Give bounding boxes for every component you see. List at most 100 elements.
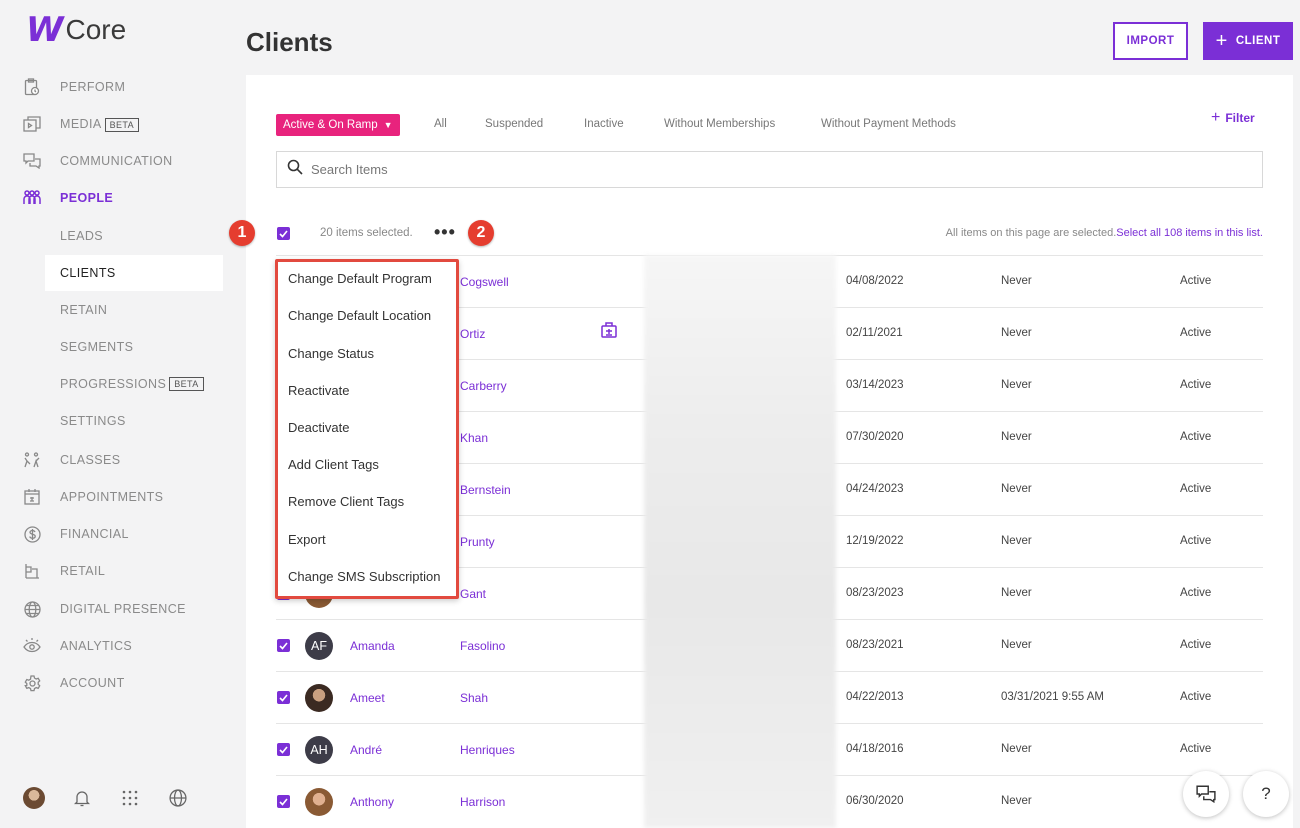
- select-all-checkbox[interactable]: [277, 227, 290, 240]
- subitem-label: CLIENTS: [60, 266, 116, 280]
- status-text: Active: [1180, 639, 1212, 651]
- select-all-link[interactable]: Select all 108 items in this list.: [1116, 227, 1263, 239]
- bulk-actions-menu: Change Default Program Change Default Lo…: [275, 259, 459, 599]
- last-name-link[interactable]: Shah: [460, 691, 488, 705]
- help-button[interactable]: ?: [1243, 771, 1289, 817]
- sidebar: W Core PERFORM MEDIA BETA COMMUNICATION P…: [0, 0, 232, 828]
- app-logo[interactable]: W Core: [26, 10, 126, 50]
- first-name-link[interactable]: André: [350, 743, 382, 757]
- last-name-link[interactable]: Fasolino: [460, 639, 505, 653]
- tab-without-memberships[interactable]: Without Memberships: [664, 118, 775, 130]
- last-name-link[interactable]: Prunty: [460, 535, 495, 549]
- sidebar-subitem-retain[interactable]: RETAIN: [45, 292, 223, 328]
- tab-suspended[interactable]: Suspended: [485, 118, 543, 130]
- menu-item-change-default-location[interactable]: Change Default Location: [288, 308, 431, 323]
- row-checkbox[interactable]: [277, 743, 290, 756]
- last-name-link[interactable]: Henriques: [460, 743, 515, 757]
- sidebar-item-communication[interactable]: COMMUNICATION: [0, 146, 232, 176]
- sidebar-item-analytics[interactable]: ANALYTICS: [0, 631, 232, 661]
- sidebar-item-account[interactable]: ACCOUNT: [0, 668, 232, 698]
- join-date: 02/11/2021: [846, 327, 903, 339]
- active-filter-dropdown[interactable]: Active & On Ramp ▼: [276, 114, 400, 136]
- join-date: 07/30/2020: [846, 431, 904, 443]
- status-text: Active: [1180, 483, 1212, 495]
- last-name-link[interactable]: Gant: [460, 587, 486, 601]
- more-actions-icon[interactable]: •••: [434, 222, 456, 243]
- sidebar-item-retail[interactable]: RETAIL: [0, 556, 232, 586]
- row-checkbox[interactable]: [277, 795, 290, 808]
- join-date: 06/30/2020: [846, 795, 904, 807]
- sidebar-item-media[interactable]: MEDIA BETA: [0, 109, 232, 139]
- apps-grid-icon[interactable]: [118, 786, 142, 810]
- add-filter-button[interactable]: + Filter: [1211, 109, 1255, 127]
- last-name-link[interactable]: Ortiz: [460, 327, 485, 341]
- subitem-label: LEADS: [60, 229, 103, 243]
- menu-item-change-sms-subscription[interactable]: Change SMS Subscription: [288, 569, 440, 584]
- page-title: Clients: [246, 27, 333, 57]
- logo-text: Core: [65, 14, 127, 45]
- join-date: 03/14/2023: [846, 379, 904, 391]
- menu-item-add-client-tags[interactable]: Add Client Tags: [288, 457, 379, 472]
- sidebar-item-label: PERFORM: [60, 80, 126, 94]
- last-name-link[interactable]: Cogswell: [460, 275, 509, 289]
- avatar: [305, 788, 333, 816]
- sidebar-item-financial[interactable]: FINANCIAL: [0, 519, 232, 549]
- join-date: 04/24/2023: [846, 483, 904, 495]
- last-visit: Never: [1001, 379, 1032, 391]
- sidebar-subitem-settings[interactable]: SETTINGS: [45, 403, 223, 439]
- sidebar-subitem-clients[interactable]: CLIENTS: [45, 255, 223, 291]
- first-name-link[interactable]: Ameet: [350, 691, 385, 705]
- search-input[interactable]: [311, 162, 1211, 177]
- row-checkbox[interactable]: [277, 691, 290, 704]
- search-icon: [287, 159, 303, 180]
- sidebar-subitem-progressions[interactable]: PROGRESSIONS BETA: [45, 366, 223, 402]
- first-name-link[interactable]: Amanda: [350, 639, 395, 653]
- add-client-button[interactable]: + CLIENT: [1203, 22, 1293, 60]
- bell-icon[interactable]: [70, 786, 94, 810]
- clipboard-clock-icon: [23, 78, 41, 96]
- last-name-link[interactable]: Bernstein: [460, 483, 511, 497]
- menu-item-deactivate[interactable]: Deactivate: [288, 420, 349, 435]
- globe-icon[interactable]: [166, 786, 190, 810]
- user-avatar[interactable]: [22, 786, 46, 810]
- join-date: 04/18/2016: [846, 743, 904, 755]
- annotation-badge-2: 2: [468, 220, 494, 246]
- sidebar-item-appointments[interactable]: APPOINTMENTS: [0, 482, 232, 512]
- first-name-link[interactable]: Anthony: [350, 795, 394, 809]
- last-name-link[interactable]: Carberry: [460, 379, 507, 393]
- beta-badge: BETA: [169, 377, 204, 391]
- menu-item-change-status[interactable]: Change Status: [288, 346, 374, 361]
- active-filter-label: Active & On Ramp: [283, 119, 378, 131]
- sidebar-item-perform[interactable]: PERFORM: [0, 72, 232, 102]
- sidebar-subitem-segments[interactable]: SEGMENTS: [45, 329, 223, 365]
- menu-item-remove-client-tags[interactable]: Remove Client Tags: [288, 494, 404, 509]
- sidebar-subitem-leads[interactable]: LEADS: [45, 218, 223, 254]
- import-button[interactable]: IMPORT: [1113, 22, 1188, 60]
- tab-without-payment-methods[interactable]: Without Payment Methods: [821, 118, 956, 130]
- eye-icon: [23, 637, 41, 655]
- last-visit: Never: [1001, 483, 1032, 495]
- row-checkbox[interactable]: [277, 639, 290, 652]
- menu-item-change-default-program[interactable]: Change Default Program: [288, 271, 432, 286]
- sidebar-item-label: CLASSES: [60, 453, 121, 467]
- beta-badge: BETA: [104, 117, 140, 132]
- people-icon: [23, 189, 41, 207]
- last-name-link[interactable]: Khan: [460, 431, 488, 445]
- sidebar-item-classes[interactable]: CLASSES: [0, 445, 232, 475]
- sidebar-item-label: FINANCIAL: [60, 527, 129, 541]
- question-icon: ?: [1261, 784, 1271, 803]
- selected-count: 20 items selected.: [320, 227, 413, 239]
- sidebar-item-digital-presence[interactable]: DIGITAL PRESENCE: [0, 594, 232, 624]
- last-name-link[interactable]: Harrison: [460, 795, 505, 809]
- join-date: 04/22/2013: [846, 691, 904, 703]
- menu-item-reactivate[interactable]: Reactivate: [288, 383, 349, 398]
- check-icon: [279, 693, 288, 702]
- search-box: [276, 151, 1263, 188]
- tab-inactive[interactable]: Inactive: [584, 118, 624, 130]
- tab-all[interactable]: All: [434, 118, 447, 130]
- subitem-label: PROGRESSIONS: [60, 377, 167, 391]
- filter-label: Filter: [1225, 111, 1255, 125]
- chat-button[interactable]: [1183, 771, 1229, 817]
- sidebar-item-people[interactable]: PEOPLE: [0, 183, 232, 213]
- menu-item-export[interactable]: Export: [288, 532, 326, 547]
